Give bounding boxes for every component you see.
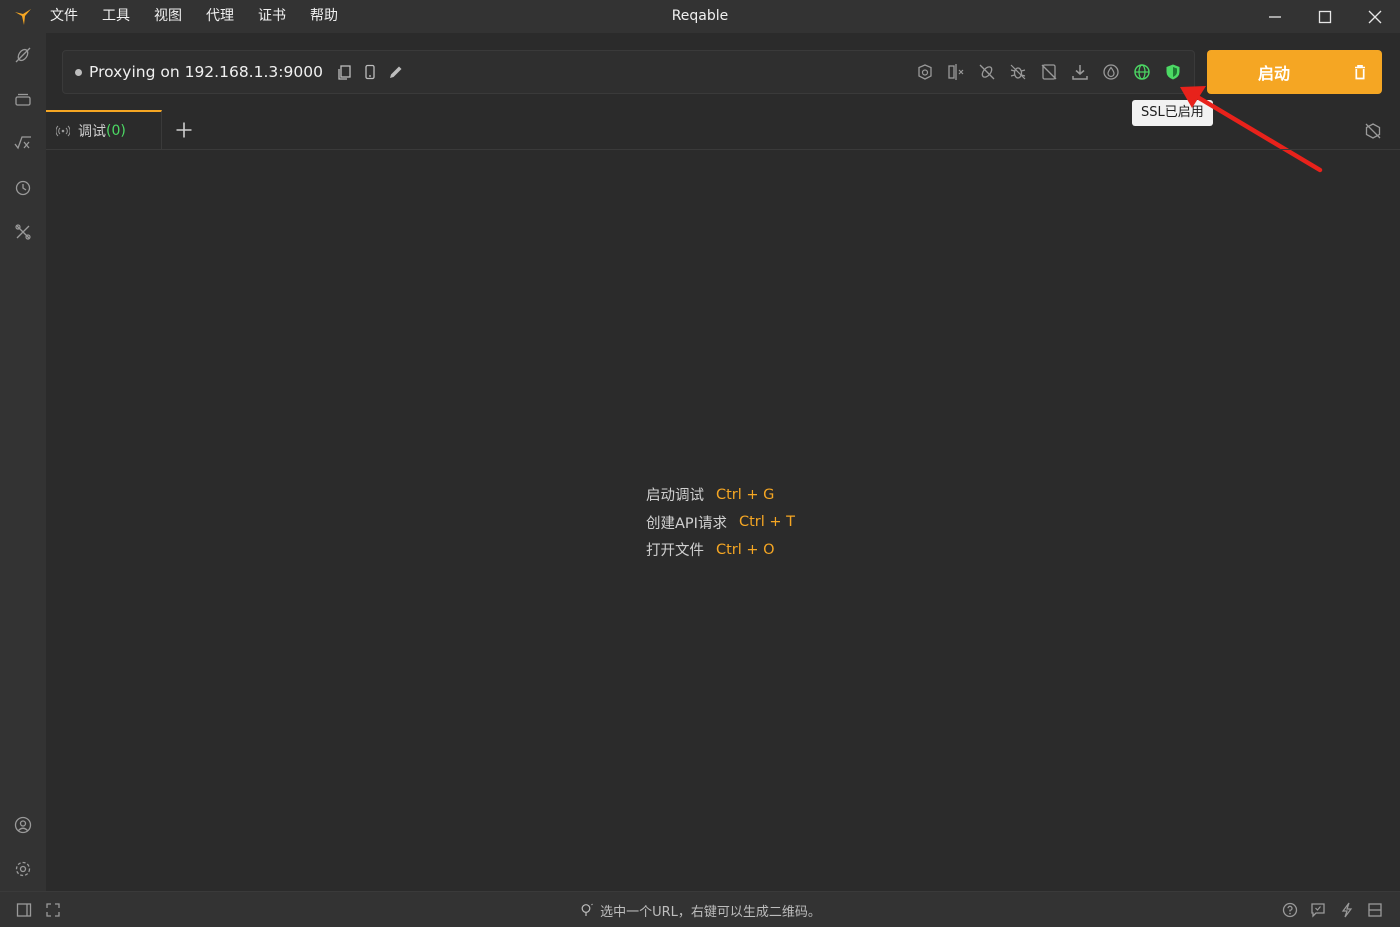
- compare-icon[interactable]: [945, 61, 967, 83]
- lightbulb-icon: [579, 902, 595, 918]
- sidebar-history-icon[interactable]: [11, 176, 35, 200]
- shortcut-label: 启动调试: [646, 488, 704, 505]
- menu-help[interactable]: 帮助: [298, 0, 350, 33]
- main-panel: Proxying on 192.168.1.3:9000 启动 SSL已启用 调…: [46, 33, 1400, 891]
- menu-tools[interactable]: 工具: [90, 0, 142, 33]
- title-bar: 文件 工具 视图 代理 证书 帮助 Reqable: [0, 0, 1400, 33]
- sidebar-debug-icon[interactable]: [11, 43, 35, 67]
- menu-file[interactable]: 文件: [46, 0, 90, 33]
- tab-debug[interactable]: 调试 (0): [46, 110, 162, 150]
- sidebar-account-icon[interactable]: [11, 813, 35, 837]
- sidebar-tools-icon[interactable]: [11, 220, 35, 244]
- status-hint: 选中一个URL，右键可以生成二维码。: [0, 892, 1400, 927]
- breakpoint-off-icon[interactable]: [976, 61, 998, 83]
- shortcut-row: 创建API请求 Ctrl + T: [646, 509, 795, 537]
- download-icon[interactable]: [1069, 61, 1091, 83]
- proxy-status-text: Proxying on 192.168.1.3:9000: [89, 63, 323, 81]
- shortcut-row: 启动调试 Ctrl + G: [646, 481, 795, 509]
- proxy-actions: [335, 63, 405, 81]
- minimize-icon: [1269, 15, 1281, 18]
- left-sidebar: [0, 33, 46, 891]
- no-capture-icon[interactable]: [1364, 122, 1382, 140]
- shortcut-label: 打开文件: [646, 543, 704, 560]
- trash-icon[interactable]: [1350, 62, 1370, 82]
- menu-proxy[interactable]: 代理: [194, 0, 246, 33]
- copy-icon[interactable]: [335, 63, 353, 81]
- minimize-button[interactable]: [1250, 0, 1300, 33]
- app-logo-icon: [0, 0, 46, 33]
- sidebar-settings-icon[interactable]: [11, 857, 35, 881]
- mobile-icon[interactable]: [361, 63, 379, 81]
- close-icon: [1368, 10, 1382, 23]
- feedback-icon[interactable]: [1309, 901, 1327, 919]
- script-off-icon[interactable]: [1038, 61, 1060, 83]
- menu-bar: 文件 工具 视图 代理 证书 帮助: [46, 0, 350, 33]
- maximize-icon: [1318, 10, 1332, 23]
- tab-debug-label: 调试: [78, 124, 106, 140]
- add-tab-button[interactable]: [174, 120, 194, 140]
- menu-view[interactable]: 视图: [142, 0, 194, 33]
- sidebar-collections-icon[interactable]: [11, 87, 35, 111]
- broadcast-icon: [56, 124, 70, 138]
- menu-certificate[interactable]: 证书: [246, 0, 298, 33]
- globe-icon[interactable]: [1131, 61, 1153, 83]
- water-drop-icon[interactable]: [1100, 61, 1122, 83]
- shortcut-hints: 启动调试 Ctrl + G 创建API请求 Ctrl + T 打开文件 Ctrl…: [646, 481, 795, 564]
- layout-icon[interactable]: [1366, 901, 1384, 919]
- edit-icon[interactable]: [387, 63, 405, 81]
- proxy-status-dot: [75, 68, 82, 76]
- capture-lock-icon[interactable]: [914, 61, 936, 83]
- window-controls: [1250, 0, 1400, 33]
- shortcut-keys: Ctrl + T: [738, 514, 795, 531]
- status-bar: 选中一个URL，右键可以生成二维码。: [0, 891, 1400, 927]
- shortcut-keys: Ctrl + O: [716, 541, 775, 558]
- proxy-toolbar: [914, 51, 1184, 93]
- shortcut-keys: Ctrl + G: [716, 486, 775, 503]
- lightning-icon[interactable]: [1338, 901, 1356, 919]
- tab-debug-count: (0): [106, 123, 126, 139]
- close-button[interactable]: [1350, 0, 1400, 33]
- shortcut-label: 创建API请求: [646, 515, 727, 532]
- proxy-status-bar: Proxying on 192.168.1.3:9000: [62, 50, 1195, 94]
- sidebar-script-icon[interactable]: [11, 131, 35, 155]
- tabs-row: 调试 (0): [46, 110, 1400, 150]
- bug-off-icon[interactable]: [1007, 61, 1029, 83]
- plus-icon: [176, 122, 192, 138]
- help-icon[interactable]: [1281, 901, 1299, 919]
- shortcut-row: 打开文件 Ctrl + O: [646, 536, 795, 564]
- maximize-button[interactable]: [1300, 0, 1350, 33]
- ssl-shield-icon[interactable]: [1162, 61, 1184, 83]
- status-hint-text: 选中一个URL，右键可以生成二维码。: [600, 904, 821, 920]
